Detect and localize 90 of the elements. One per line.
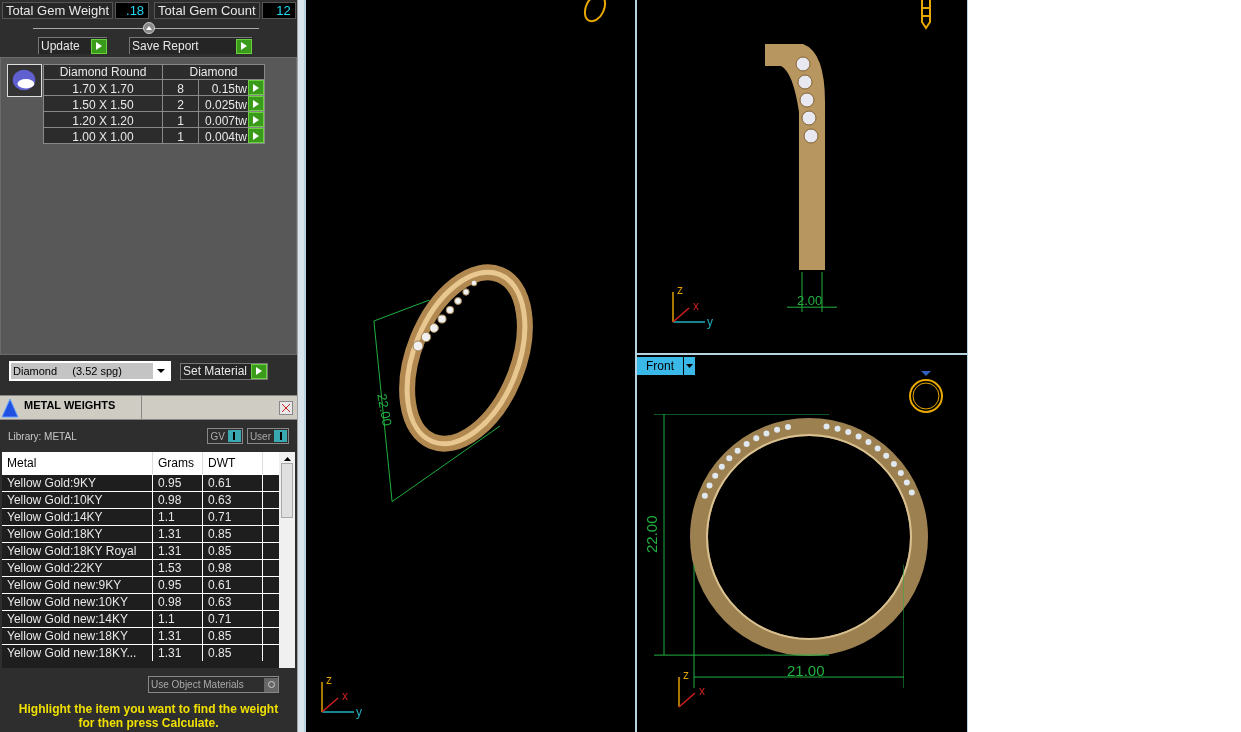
table-cell: 1.1 — [153, 509, 203, 525]
dimension-label: 22.00 — [373, 392, 396, 428]
table-cell-text: 0.007tw — [203, 113, 248, 127]
summary-label: Total Gem Count — [154, 2, 260, 19]
table-cell: Yellow Gold new:18KY — [2, 628, 153, 644]
table-cell: 0.61 — [203, 475, 263, 491]
table-cell: Yellow Gold:22KY — [2, 560, 153, 576]
axis-label: z — [683, 669, 689, 681]
table-cell: Yellow Gold new:14KY — [2, 611, 153, 627]
table-cell: 1.70 X 1.70 — [44, 80, 163, 95]
view-menu[interactable]: Front — [637, 357, 695, 375]
table-cell: 0.63 — [203, 492, 263, 508]
table-cell: Yellow Gold new:18KY... — [2, 645, 153, 661]
table-cell: 0.85 — [203, 645, 263, 661]
column-header: Metal — [2, 452, 153, 474]
table-cell: 1.50 X 1.50 — [44, 96, 163, 111]
table-cell: Yellow Gold new:10KY — [2, 594, 153, 610]
summary-label: Total Gem Weight — [2, 2, 114, 19]
material-select[interactable]: Diamond (3.52 spg) — [9, 361, 171, 381]
table-cell: 2 — [163, 96, 199, 111]
dropdown-arrow-icon — [686, 364, 693, 368]
table-cell-text: 0.15tw — [210, 81, 248, 95]
table-cell: 8 — [163, 80, 199, 95]
axis-label: z — [326, 674, 332, 686]
use-object-materials-checkbox[interactable]: Use Object Materials — [148, 676, 279, 693]
table-cell: 1.31 — [153, 543, 203, 559]
table-cell: 0.98 — [203, 560, 263, 576]
table-cell: Yellow Gold:18KY Royal — [2, 543, 153, 559]
viewport[interactable]: 22.00 z y x — [304, 0, 637, 732]
table-cell: 0.61 — [203, 577, 263, 593]
table-cell: 1.31 — [153, 645, 203, 661]
table-cell: 1.20 X 1.20 — [44, 112, 163, 127]
library-label: Library: METAL — [8, 429, 77, 444]
dimension-line — [787, 272, 837, 312]
table-cell: Yellow Gold:14KY — [2, 509, 153, 525]
dimension-label: 21.00 — [787, 661, 825, 681]
axis-label: x — [342, 690, 348, 702]
table-cell: 0.98 — [153, 492, 203, 508]
table-cell: 0.85 — [203, 526, 263, 542]
scroll-up-arrow-icon — [283, 457, 291, 461]
table-cell: 0.71 — [203, 509, 263, 525]
table-cell: 1.31 — [153, 526, 203, 542]
table-cell: 1.53 — [153, 560, 203, 576]
table-cell: Yellow Gold new:9KY — [2, 577, 153, 593]
table-cell: 0.98 — [153, 594, 203, 610]
column-header: Grams — [153, 452, 203, 474]
table-cell-text: 0.025tw — [203, 97, 248, 111]
dimension-label: 2.00 — [797, 292, 823, 310]
dimension-label: 22.00 — [641, 515, 661, 553]
table-cell: 1 — [163, 128, 199, 143]
table-cell: 1.00 X 1.00 — [44, 128, 163, 143]
hint-text: Highlight the item you want to find the weight for then press Calculate. — [17, 702, 280, 730]
toggle-button[interactable]: GV — [207, 428, 243, 444]
splitter-handle[interactable] — [142, 22, 155, 34]
table-cell: 1.1 — [153, 611, 203, 627]
action-button[interactable]: Update — [38, 37, 107, 54]
dropdown-arrow-icon — [157, 369, 165, 373]
table-cell: Yellow Gold:10KY — [2, 492, 153, 508]
table-cell: 0.95 — [153, 475, 203, 491]
table-cell: Yellow Gold:18KY — [2, 526, 153, 542]
axis-label: x — [699, 685, 705, 697]
action-button[interactable]: Save Report — [129, 37, 252, 54]
table-cell: 0.95 — [153, 577, 203, 593]
panel-title: METAL WEIGHTS — [20, 396, 142, 419]
summary-value: 12 — [261, 2, 296, 19]
viewport[interactable]: Front z x 22.00 21.00 — [637, 355, 967, 732]
axis-label: x — [693, 300, 699, 312]
close-icon — [282, 403, 290, 412]
viewport[interactable]: 2.00 z y x — [637, 0, 967, 355]
table-cell: 1.31 — [153, 628, 203, 644]
table-cell: 0.63 — [203, 594, 263, 610]
set-material-button[interactable]: Set Material — [180, 362, 269, 380]
table-cell: 0.85 — [203, 628, 263, 644]
axis-label: z — [677, 284, 683, 296]
scrollbar-thumb[interactable] — [281, 463, 293, 518]
table-cell: 1 — [163, 112, 199, 127]
axis-label: y — [707, 316, 713, 328]
panel-splitter[interactable] — [297, 0, 304, 732]
column-header: Diamond Round — [44, 65, 163, 79]
table-cell: 0.85 — [203, 543, 263, 559]
table-cell: 0.71 — [203, 611, 263, 627]
close-button[interactable] — [279, 400, 293, 415]
toggle-button[interactable]: User — [246, 428, 289, 444]
scrollbar[interactable] — [279, 452, 295, 668]
table-cell: Yellow Gold:9KY — [2, 475, 153, 491]
summary-value: .18 — [115, 2, 150, 19]
column-header: DWT — [203, 452, 263, 474]
column-header: Diamond — [188, 65, 239, 79]
axis-label: y — [356, 706, 362, 718]
table-cell-text: 0.004tw — [203, 129, 248, 143]
